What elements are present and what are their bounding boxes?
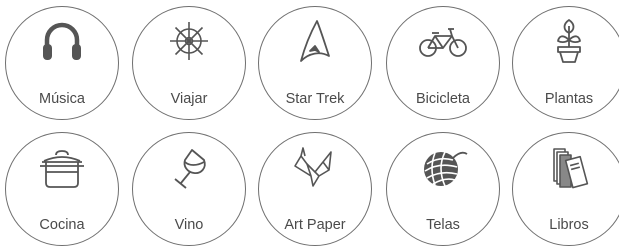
headphones-icon bbox=[34, 16, 90, 66]
interest-label: Star Trek bbox=[285, 91, 345, 107]
wine-glass-icon bbox=[161, 142, 217, 192]
interest-tile-art-paper[interactable]: Art Paper bbox=[258, 132, 372, 246]
origami-bird-icon bbox=[287, 142, 343, 192]
ship-wheel-icon bbox=[161, 16, 217, 66]
cooking-pot-icon bbox=[34, 142, 90, 192]
yarn-ball-icon bbox=[415, 142, 471, 192]
interest-tile-bicicleta[interactable]: Bicicleta bbox=[386, 6, 500, 120]
interest-grid: Música Viajar Star Trek Bicicleta Planta… bbox=[0, 0, 619, 246]
interest-label: Vino bbox=[174, 217, 204, 233]
interest-label: Telas bbox=[426, 217, 460, 233]
interest-tile-telas[interactable]: Telas bbox=[386, 132, 500, 246]
bicycle-icon bbox=[415, 16, 471, 66]
interest-label: Plantas bbox=[544, 91, 594, 107]
interest-label: Libros bbox=[549, 217, 589, 233]
interest-tile-libros[interactable]: Libros bbox=[512, 132, 619, 246]
starfleet-insignia-icon bbox=[287, 16, 343, 66]
interest-tile-plantas[interactable]: Plantas bbox=[512, 6, 619, 120]
interest-label: Art Paper bbox=[284, 217, 346, 233]
interest-tile-viajar[interactable]: Viajar bbox=[132, 6, 246, 120]
interest-tile-star-trek[interactable]: Star Trek bbox=[258, 6, 372, 120]
interest-tile-vino[interactable]: Vino bbox=[132, 132, 246, 246]
books-icon bbox=[541, 142, 597, 192]
interest-label: Bicicleta bbox=[416, 91, 470, 107]
interest-tile-musica[interactable]: Música bbox=[5, 6, 119, 120]
interest-label: Viajar bbox=[170, 91, 208, 107]
interest-label: Cocina bbox=[39, 217, 85, 233]
potted-plant-icon bbox=[541, 16, 597, 66]
interest-tile-cocina[interactable]: Cocina bbox=[5, 132, 119, 246]
interest-label: Música bbox=[39, 91, 85, 107]
